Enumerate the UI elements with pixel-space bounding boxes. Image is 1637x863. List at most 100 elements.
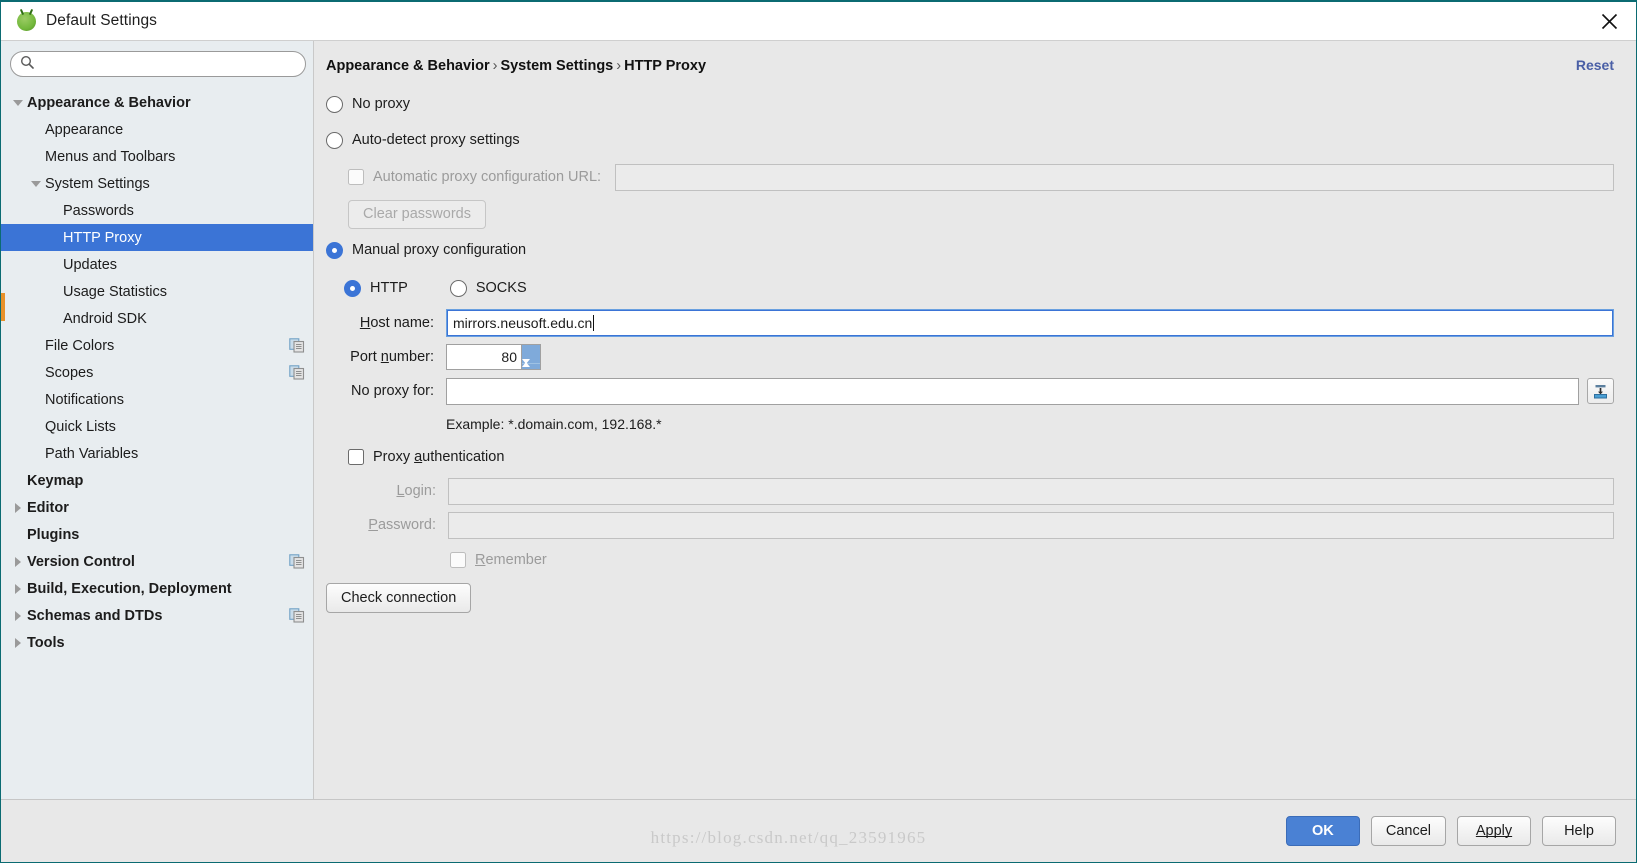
sidebar-item-scopes[interactable]: Scopes (1, 359, 313, 386)
copy-settings-icon[interactable] (289, 338, 305, 353)
port-number-spinner[interactable]: 80 (446, 344, 541, 381)
apply-button-label: Apply (1475, 823, 1513, 839)
port-spin-buttons (521, 345, 540, 381)
auto-detect-row[interactable]: Auto-detect proxy settings (326, 124, 1614, 156)
clear-passwords-row: Clear passwords (326, 194, 1614, 234)
sidebar-item-label: Path Variables (45, 445, 139, 462)
http-radio[interactable] (344, 279, 361, 297)
search-input[interactable] (34, 56, 295, 72)
ok-button[interactable]: OK (1285, 816, 1360, 846)
sidebar-item-label: Keymap (27, 472, 84, 489)
host-name-input[interactable]: mirrors.neusoft.edu.cn (446, 309, 1614, 337)
copy-settings-icon[interactable] (289, 365, 305, 380)
proxy-auth-row[interactable]: Proxy authentication (326, 440, 1614, 474)
title-bar: Default Settings (1, 2, 1636, 40)
cancel-button[interactable]: Cancel (1370, 816, 1446, 846)
check-connection-button[interactable]: Check connection (326, 583, 472, 613)
no-proxy-radio[interactable] (326, 95, 343, 113)
sidebar-item-notifications[interactable]: Notifications (1, 386, 313, 413)
breadcrumb: Appearance & Behavior › System Settings › HT… (326, 58, 1576, 74)
settings-dialog: Default Settings Appearance & Behavior A… (0, 0, 1637, 863)
check-connection-row: Check connection (326, 578, 1614, 618)
chevron-down-icon[interactable] (27, 180, 45, 187)
chevron-right-icon[interactable] (9, 583, 27, 594)
sidebar-item-path-variables[interactable]: Path Variables (1, 440, 313, 467)
sidebar-item-build-execution-deployment[interactable]: Build, Execution, Deployment (1, 575, 313, 602)
manual-proxy-row[interactable]: Manual proxy configuration (326, 234, 1614, 266)
sidebar-item-label: Notifications (45, 391, 124, 408)
sidebar-item-tools[interactable]: Tools (1, 629, 313, 656)
sidebar-item-label: System Settings (45, 175, 150, 192)
expand-field-icon[interactable] (1587, 378, 1614, 404)
sidebar-item-file-colors[interactable]: File Colors (1, 332, 313, 359)
sidebar-item-http-proxy[interactable]: HTTP Proxy (1, 224, 313, 251)
sidebar-item-schemas-and-dtds[interactable]: Schemas and DTDs (1, 602, 313, 629)
settings-tree: Appearance & Behavior Appearance Menus and… (1, 85, 313, 799)
apply-button[interactable]: Apply (1457, 816, 1531, 846)
socks-radio[interactable] (449, 279, 467, 297)
password-label: Password: (368, 517, 436, 533)
port-number-label: Port number: (350, 349, 434, 365)
auto-config-url-checkbox[interactable] (348, 169, 364, 185)
sidebar-item-version-control[interactable]: Version Control (1, 548, 313, 575)
host-name-label: Host name: (359, 315, 434, 331)
reset-link[interactable]: Reset (1576, 57, 1614, 73)
dialog-body: Appearance & Behavior Appearance Menus and… (1, 40, 1636, 799)
sidebar-item-label: Appearance (45, 121, 124, 138)
chevron-down-icon[interactable] (9, 99, 27, 106)
http-label: HTTP (370, 280, 408, 296)
remember-checkbox[interactable] (450, 552, 466, 568)
manual-proxy-radio[interactable] (326, 241, 343, 259)
chevron-right-icon[interactable] (9, 610, 27, 621)
socks-label: SOCKS (475, 280, 527, 296)
chevron-right-icon[interactable] (9, 502, 27, 513)
sidebar-item-updates[interactable]: Updates (1, 251, 313, 278)
proxy-auth-checkbox[interactable] (348, 449, 364, 465)
sidebar-item-android-sdk[interactable]: Android SDK (1, 305, 313, 332)
sidebar-item-menus-and-toolbars[interactable]: Menus and Toolbars (1, 143, 313, 170)
no-proxy-label: No proxy (352, 96, 411, 112)
auto-detect-radio[interactable] (326, 131, 343, 149)
close-icon[interactable] (1582, 2, 1636, 40)
auto-detect-label: Auto-detect proxy settings (352, 132, 520, 148)
sidebar-item-label: HTTP Proxy (63, 229, 142, 246)
sidebar-item-quick-lists[interactable]: Quick Lists (1, 413, 313, 440)
chevron-right-icon[interactable] (9, 556, 27, 567)
sidebar-item-appearance-behavior[interactable]: Appearance & Behavior (1, 89, 313, 116)
sidebar-item-appearance[interactable]: Appearance (1, 116, 313, 143)
sidebar-item-plugins[interactable]: Plugins (1, 521, 313, 548)
http-proxy-form: No proxy Auto-detect proxy settings Auto… (314, 74, 1636, 618)
android-studio-icon (17, 11, 36, 31)
no-proxy-for-input[interactable] (446, 377, 1579, 405)
sidebar-item-passwords[interactable]: Passwords (1, 197, 313, 224)
sidebar-item-usage-statistics[interactable]: Usage Statistics (1, 278, 313, 305)
sidebar-item-system-settings[interactable]: System Settings (1, 170, 313, 197)
breadcrumb-part-2: System Settings (500, 58, 614, 74)
port-number-value: 80 (501, 349, 517, 365)
breadcrumb-separator-1: › (492, 58, 498, 74)
manual-proxy-label: Manual proxy configuration (352, 242, 527, 258)
sidebar-item-keymap[interactable]: Keymap (1, 467, 313, 494)
password-input[interactable] (448, 511, 1614, 539)
search-icon (20, 55, 34, 74)
clear-passwords-button[interactable]: Clear passwords (348, 199, 486, 229)
search-box[interactable] (10, 51, 306, 77)
chevron-right-icon[interactable] (9, 637, 27, 648)
sidebar-item-label: Passwords (63, 202, 134, 219)
window-title: Default Settings (46, 12, 158, 29)
sidebar-item-label: Quick Lists (45, 418, 116, 435)
port-number-row: Port number: 80 (326, 340, 1614, 381)
no-proxy-row[interactable]: No proxy (326, 88, 1614, 120)
help-button[interactable]: Help (1542, 816, 1616, 846)
login-label: Login: (396, 483, 436, 499)
sidebar-item-editor[interactable]: Editor (1, 494, 313, 521)
breadcrumb-part-3: HTTP Proxy (624, 58, 707, 74)
login-input[interactable] (448, 477, 1614, 505)
auto-config-url-input[interactable] (615, 163, 1614, 191)
sidebar-item-label: Tools (27, 634, 65, 651)
login-row: Login: (326, 474, 1614, 508)
copy-settings-icon[interactable] (289, 608, 305, 623)
remember-label: Remember (475, 552, 547, 568)
sidebar-item-label: File Colors (45, 337, 115, 354)
copy-settings-icon[interactable] (289, 554, 305, 569)
